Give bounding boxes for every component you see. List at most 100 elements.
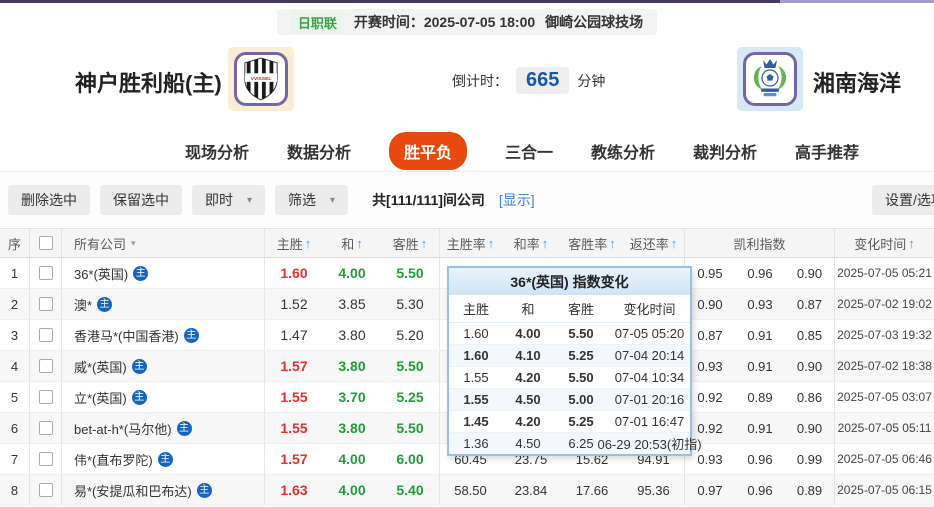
- sort-up-icon: ↑: [420, 235, 428, 251]
- draw-odds: 4.00: [338, 265, 366, 281]
- tab-win-draw-lose[interactable]: 胜平负: [388, 131, 467, 170]
- popup-change-time: 07-01 16:47: [614, 414, 685, 429]
- popup-draw-odds: 4.10: [515, 348, 541, 363]
- home-odds: 1.60: [280, 265, 308, 281]
- away-team-name: 湘南海洋: [813, 71, 902, 96]
- sort-up-icon: ↑: [487, 235, 495, 251]
- header-return-rate[interactable]: 返还率 ↑: [623, 229, 685, 257]
- popup-draw-odds: 4.20: [515, 370, 541, 385]
- header-draw-rate[interactable]: 和率 ↑: [501, 229, 561, 257]
- tab-three-in-one[interactable]: 三合一: [505, 139, 553, 163]
- away-odds: 5.40: [381, 475, 440, 505]
- popup-away-odds: 5.50: [568, 326, 594, 341]
- chevron-down-icon: ▾: [330, 194, 336, 206]
- row-checkbox[interactable]: [38, 452, 53, 466]
- sort-up-icon: ↑: [908, 235, 915, 251]
- change-time: 2025-07-03 19:32: [837, 328, 932, 342]
- tab-live-analysis[interactable]: 现场分析: [185, 139, 249, 163]
- home-logo-frame: VVISSEL: [234, 52, 288, 106]
- home-rate: 58.50: [454, 482, 487, 498]
- settings-button[interactable]: 设置/选项: [872, 185, 934, 215]
- kelly-away: 0.99: [785, 444, 835, 474]
- filter-dropdown[interactable]: 筛选 ▾: [275, 185, 349, 215]
- vissel-kobe-crest-icon: VVISSEL: [244, 57, 278, 101]
- header-home-odds[interactable]: 主胜 ↑: [265, 229, 323, 257]
- draw-odds: 4.00: [338, 482, 366, 498]
- header-company[interactable]: 所有公司 ▾: [62, 229, 265, 257]
- header-seq: 序: [0, 229, 30, 257]
- row-checkbox[interactable]: [38, 421, 53, 435]
- kelly-draw: 0.93: [747, 296, 773, 312]
- away-odds: 5.50: [381, 413, 440, 443]
- company-cell[interactable]: 香港马*(中国香港) 主: [62, 320, 265, 350]
- company-cell[interactable]: bet-at-h*(马尔他) 主: [62, 413, 265, 443]
- popup-header: 主胜 和 客胜 变化时间: [449, 295, 690, 323]
- company-cell[interactable]: 易*(安提瓜和巴布达) 主: [62, 475, 265, 505]
- popup-title: 36*(英国) 指数变化: [449, 268, 690, 295]
- popup-row: 1.55 4.20 5.50 07-04 10:34: [449, 367, 690, 389]
- change-time: 2025-07-05 05:11: [837, 421, 932, 435]
- kelly-away: 0.90: [785, 258, 835, 288]
- row-checkbox-cell: [30, 382, 62, 412]
- row-checkbox[interactable]: [38, 359, 53, 373]
- popup-change-time: 07-04 10:34: [614, 370, 685, 385]
- header-kelly: 凯利指数: [685, 229, 835, 257]
- company-name: 易*(安提瓜和巴布达): [74, 483, 192, 499]
- row-seq: 4: [0, 351, 30, 381]
- instant-dropdown[interactable]: 即时 ▾: [192, 185, 266, 215]
- company-cell[interactable]: 立*(英国) 主: [62, 382, 265, 412]
- draw-odds: 3.80: [338, 327, 366, 343]
- row-checkbox-cell: [30, 320, 62, 350]
- row-seq: 8: [0, 475, 30, 505]
- tab-coach-analysis[interactable]: 教练分析: [591, 139, 655, 163]
- popup-row: 1.36 4.50 6.25 06-29 20:53(初指): [449, 433, 702, 454]
- company-cell[interactable]: 伟*(直布罗陀) 主: [62, 444, 265, 474]
- row-seq: 5: [0, 382, 30, 412]
- kelly-draw: 0.96: [747, 265, 773, 281]
- popup-draw-odds: 4.50: [515, 436, 541, 451]
- company-cell[interactable]: 36*(英国) 主: [62, 258, 265, 288]
- row-checkbox[interactable]: [38, 483, 53, 497]
- header-home-rate[interactable]: 主胜率 ↑: [440, 229, 501, 257]
- away-team-logo: [737, 47, 803, 111]
- row-checkbox[interactable]: [38, 266, 53, 280]
- header-change-time[interactable]: 变化时间 ↑: [835, 229, 934, 257]
- kelly-home: 0.95: [697, 265, 723, 281]
- odds-analysis-page: 日职联 开赛时间：2025-07-05 18:00 御崎公园球技场 神户胜利船(…: [0, 0, 934, 507]
- popup-draw-odds: 4.50: [515, 392, 541, 407]
- home-team-name: 神户胜利船(主): [75, 71, 222, 96]
- change-time: 2025-07-05 03:07: [837, 390, 932, 404]
- tab-data-analysis[interactable]: 数据分析: [287, 139, 351, 163]
- away-odds: 5.20: [381, 320, 440, 350]
- tab-expert-recommend[interactable]: 高手推荐: [795, 139, 859, 163]
- home-badge: 主: [176, 420, 192, 436]
- row-checkbox[interactable]: [38, 390, 53, 404]
- show-link[interactable]: [显示]: [499, 190, 535, 210]
- company-cell[interactable]: 威*(英国) 主: [62, 351, 265, 381]
- company-name: bet-at-h*(马尔他): [74, 421, 172, 437]
- delete-selected-button[interactable]: 删除选中: [8, 185, 90, 215]
- return-rate: 95.36: [623, 475, 685, 505]
- popup-home-odds: 1.60: [463, 348, 489, 363]
- kelly-away: 0.85: [785, 320, 835, 350]
- company-cell[interactable]: 澳* 主: [62, 289, 265, 319]
- header-draw-odds[interactable]: 和 ↑: [323, 229, 381, 257]
- home-badge: 主: [97, 296, 113, 312]
- row-checkbox[interactable]: [38, 328, 53, 342]
- home-odds: 1.57: [280, 451, 308, 467]
- draw-odds: 4.00: [338, 451, 366, 467]
- kelly-draw: 0.96: [747, 451, 773, 467]
- keep-selected-button[interactable]: 保留选中: [100, 185, 182, 215]
- tab-referee-analysis[interactable]: 裁判分析: [693, 139, 757, 163]
- home-badge: 主: [131, 358, 147, 374]
- company-name: 36*(英国): [74, 266, 129, 282]
- header-away-rate[interactable]: 客胜率 ↑: [561, 229, 623, 257]
- popup-rows: 1.60 4.00 5.50 07-05 05:20 1.60 4.10 5.2…: [449, 323, 702, 454]
- home-odds: 1.63: [280, 482, 308, 498]
- row-seq: 1: [0, 258, 30, 288]
- select-all-checkbox[interactable]: [38, 236, 53, 250]
- row-checkbox[interactable]: [38, 297, 53, 311]
- header-away-odds[interactable]: 客胜 ↑: [381, 229, 440, 257]
- league-badge[interactable]: 日职联: [290, 10, 344, 34]
- filter-down-icon: ▾: [131, 237, 136, 248]
